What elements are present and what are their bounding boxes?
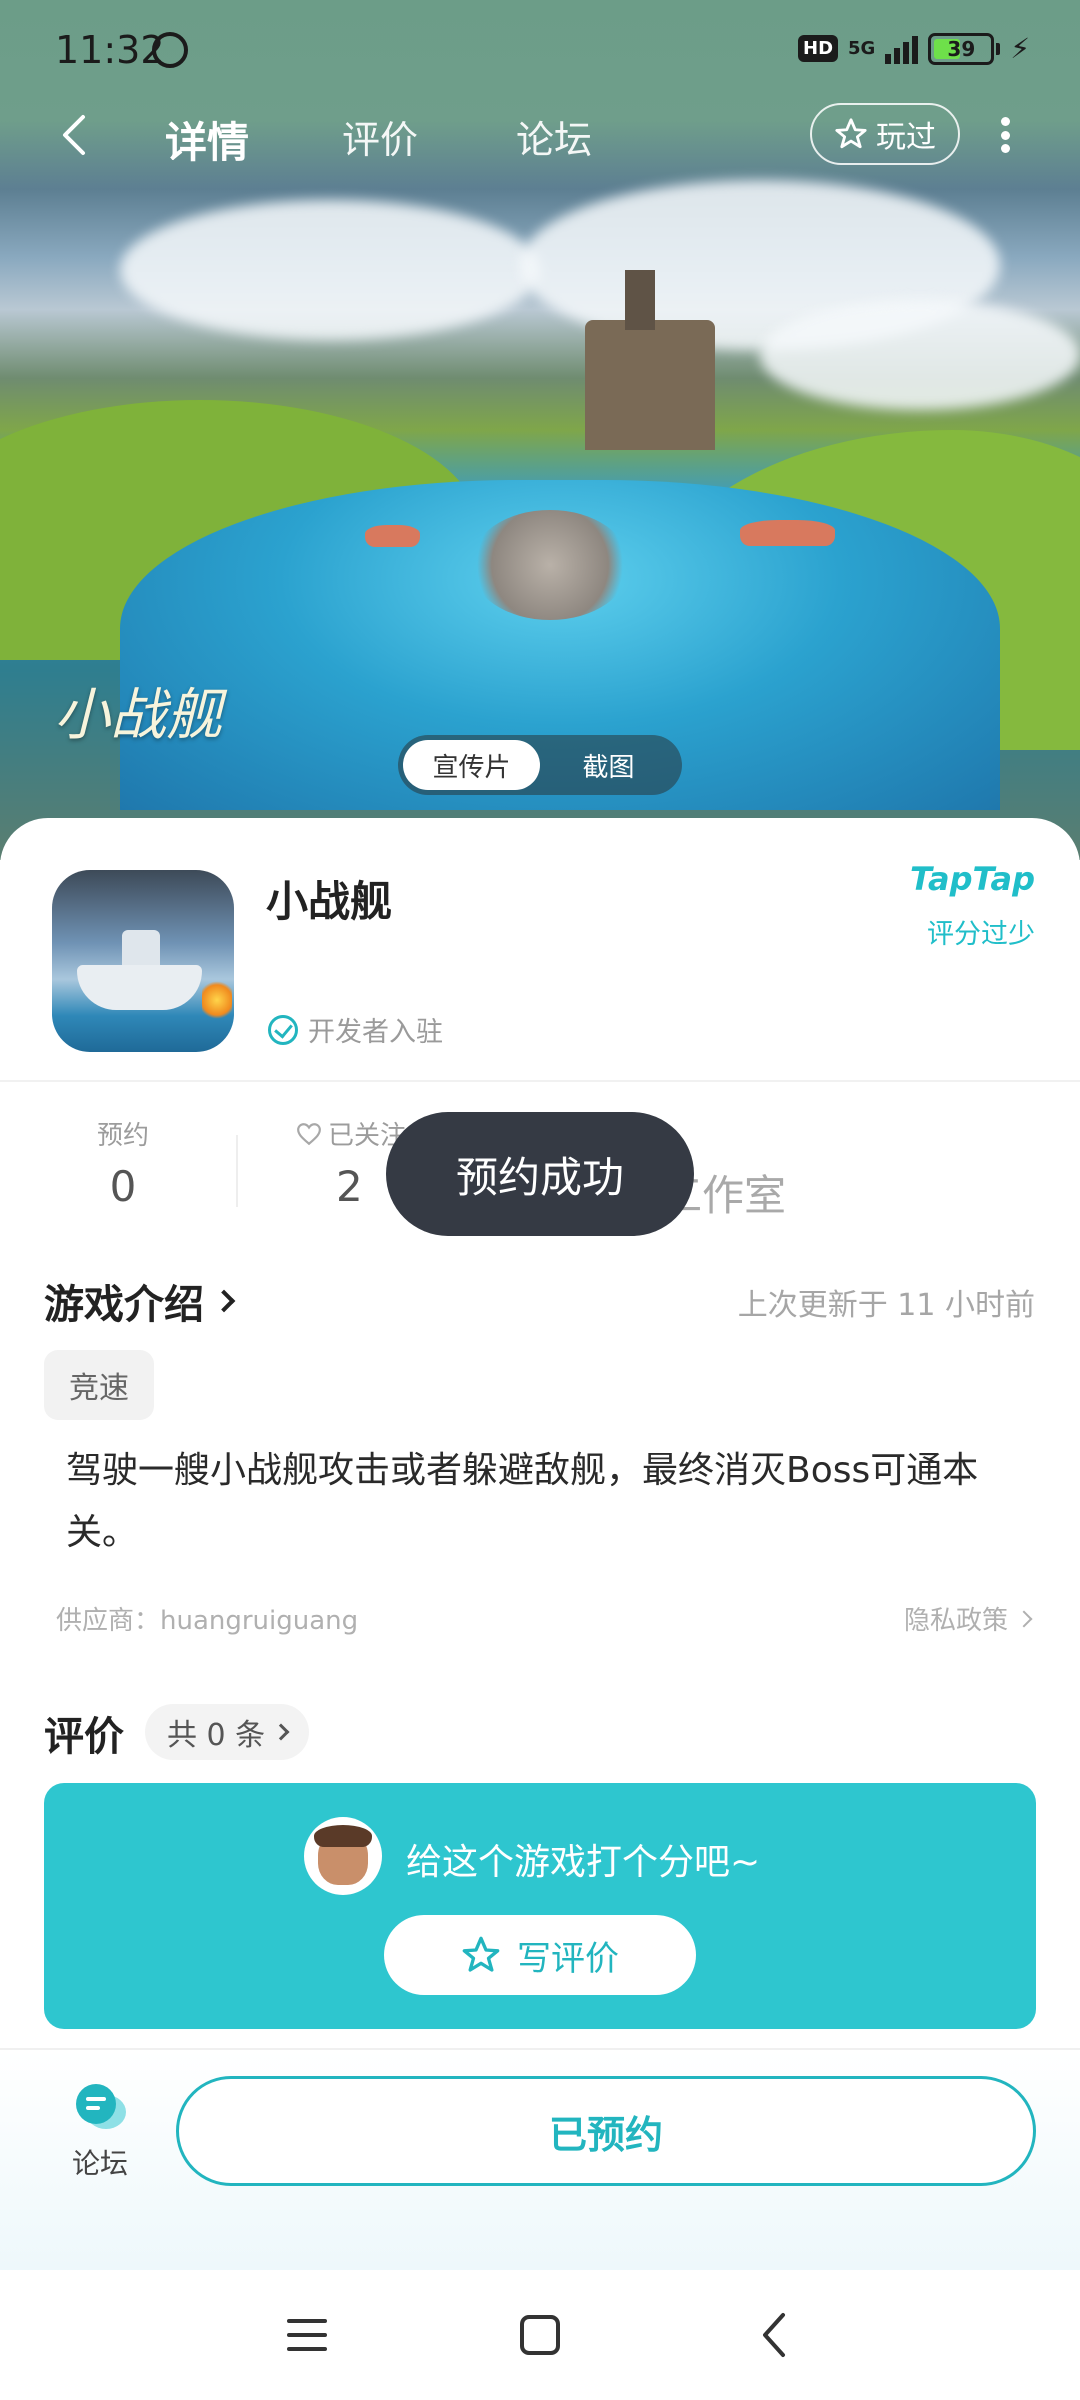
app-name: 小战舰 bbox=[266, 877, 393, 926]
tab-details[interactable]: 详情 bbox=[165, 109, 249, 170]
star-icon bbox=[462, 1936, 500, 1972]
update-time: 上次更新于 11 小时前 bbox=[737, 1288, 1035, 1323]
rate-prompt-box: 给这个游戏打个分吧~ 写评价 bbox=[44, 1783, 1036, 2029]
developer-badge-label: 开发者入驻 bbox=[308, 1017, 443, 1048]
mascot-avatar bbox=[304, 1817, 382, 1895]
hero-title: 小战舰 bbox=[54, 683, 222, 748]
check-circle-icon bbox=[268, 1014, 298, 1045]
game-description: 驾驶一艘小战舰攻击或者躲避敌舰，最终消灭Boss可通本关。 bbox=[66, 1450, 979, 1553]
status-bar: 11:32 HD 5G 39 ⚡ bbox=[0, 0, 1080, 100]
status-indicators: HD 5G 39 ⚡ bbox=[798, 32, 1030, 65]
toggle-trailer[interactable]: 宣传片 bbox=[403, 740, 540, 790]
divider bbox=[0, 1080, 1080, 1082]
reserved-button[interactable]: 已预约 bbox=[176, 2076, 1036, 2186]
rate-prompt-text: 给这个游戏打个分吧~ bbox=[406, 1842, 761, 1883]
chevron-right-icon bbox=[1015, 1610, 1033, 1627]
forum-chat-icon bbox=[76, 2084, 126, 2129]
cloud-decoration bbox=[120, 200, 540, 340]
taptap-logo: TapTap bbox=[909, 860, 1035, 898]
hero-banner[interactable]: 小战舰 11:32 HD 5G 39 ⚡ 详情 评价 论坛 玩过 宣传片 截图 bbox=[0, 0, 1080, 860]
enemy-ship bbox=[740, 520, 835, 546]
genre-tag[interactable]: 竞速 bbox=[44, 1350, 154, 1420]
toggle-screenshots[interactable]: 截图 bbox=[540, 740, 677, 790]
battery-cap bbox=[996, 42, 1001, 55]
star-outline-icon bbox=[835, 118, 867, 149]
system-nav-bar bbox=[0, 2270, 1080, 2400]
heart-icon bbox=[297, 1122, 321, 1145]
fire-decoration bbox=[202, 980, 232, 1020]
write-review-button[interactable]: 写评价 bbox=[384, 1915, 696, 1995]
forum-label: 论坛 bbox=[71, 2147, 128, 2180]
stat-reservations-label: 预约 bbox=[96, 1121, 149, 1151]
battery-icon: 39 bbox=[928, 32, 995, 65]
reviews-title-label: 评价 bbox=[44, 1714, 124, 1760]
back-button[interactable] bbox=[55, 113, 95, 157]
chevron-right-icon bbox=[272, 1723, 290, 1741]
home-square-icon[interactable] bbox=[505, 2300, 575, 2370]
privacy-label: 隐私政策 bbox=[903, 1606, 1008, 1636]
reviews-title: 评价 bbox=[44, 1704, 124, 1762]
back-icon bbox=[63, 115, 85, 155]
stat-reservations-value: 0 bbox=[109, 1162, 137, 1211]
played-label: 玩过 bbox=[876, 120, 936, 155]
rating-note[interactable]: 评分过少 bbox=[927, 912, 1035, 951]
menu-icon[interactable] bbox=[272, 2300, 342, 2370]
stat-divider bbox=[236, 1135, 238, 1207]
review-count-label: 共 0 条 bbox=[167, 1718, 266, 1753]
cloud-decoration bbox=[760, 300, 1080, 410]
media-toggle: 宣传片 截图 bbox=[398, 735, 682, 795]
enemy-ship bbox=[365, 525, 420, 547]
intro-title: 游戏介绍 bbox=[44, 1282, 204, 1328]
castle-decoration bbox=[585, 270, 715, 450]
supplier-info: 供应商：huangruiguang bbox=[56, 1606, 359, 1636]
write-review-label: 写评价 bbox=[517, 1938, 619, 1979]
alarm-icon bbox=[152, 32, 188, 68]
explosion-smoke bbox=[470, 510, 630, 620]
privacy-policy-link[interactable]: 隐私政策 bbox=[903, 1600, 1033, 1637]
review-count-button[interactable]: 共 0 条 bbox=[145, 1704, 310, 1760]
played-button[interactable]: 玩过 bbox=[810, 103, 960, 165]
intro-title-link[interactable]: 游戏介绍 bbox=[44, 1272, 236, 1330]
back-triangle-icon[interactable] bbox=[740, 2300, 810, 2370]
toast-message: 预约成功 bbox=[386, 1112, 694, 1236]
status-time: 11:32 bbox=[55, 28, 165, 72]
more-icon[interactable] bbox=[990, 113, 1020, 157]
ship-tower-decoration bbox=[122, 930, 160, 970]
battery-level: 39 bbox=[947, 36, 976, 61]
top-nav: 详情 评价 论坛 玩过 bbox=[0, 95, 1080, 175]
network-type: 5G bbox=[848, 38, 876, 59]
ship-hull-decoration bbox=[77, 965, 202, 1010]
developer-badge: 开发者入驻 bbox=[268, 1010, 443, 1049]
hd-badge: HD bbox=[798, 35, 839, 62]
tab-reviews[interactable]: 评价 bbox=[342, 109, 418, 164]
forum-button[interactable]: 论坛 bbox=[46, 2080, 154, 2190]
chevron-right-icon bbox=[212, 1289, 236, 1313]
tab-forum[interactable]: 论坛 bbox=[516, 109, 592, 164]
charging-icon: ⚡ bbox=[1010, 32, 1030, 65]
bottom-action-bar: 论坛 已预约 bbox=[0, 2048, 1080, 2270]
app-icon[interactable] bbox=[52, 870, 234, 1052]
stat-reservations: 预约 0 bbox=[80, 1115, 166, 1211]
signal-icon bbox=[885, 34, 919, 64]
